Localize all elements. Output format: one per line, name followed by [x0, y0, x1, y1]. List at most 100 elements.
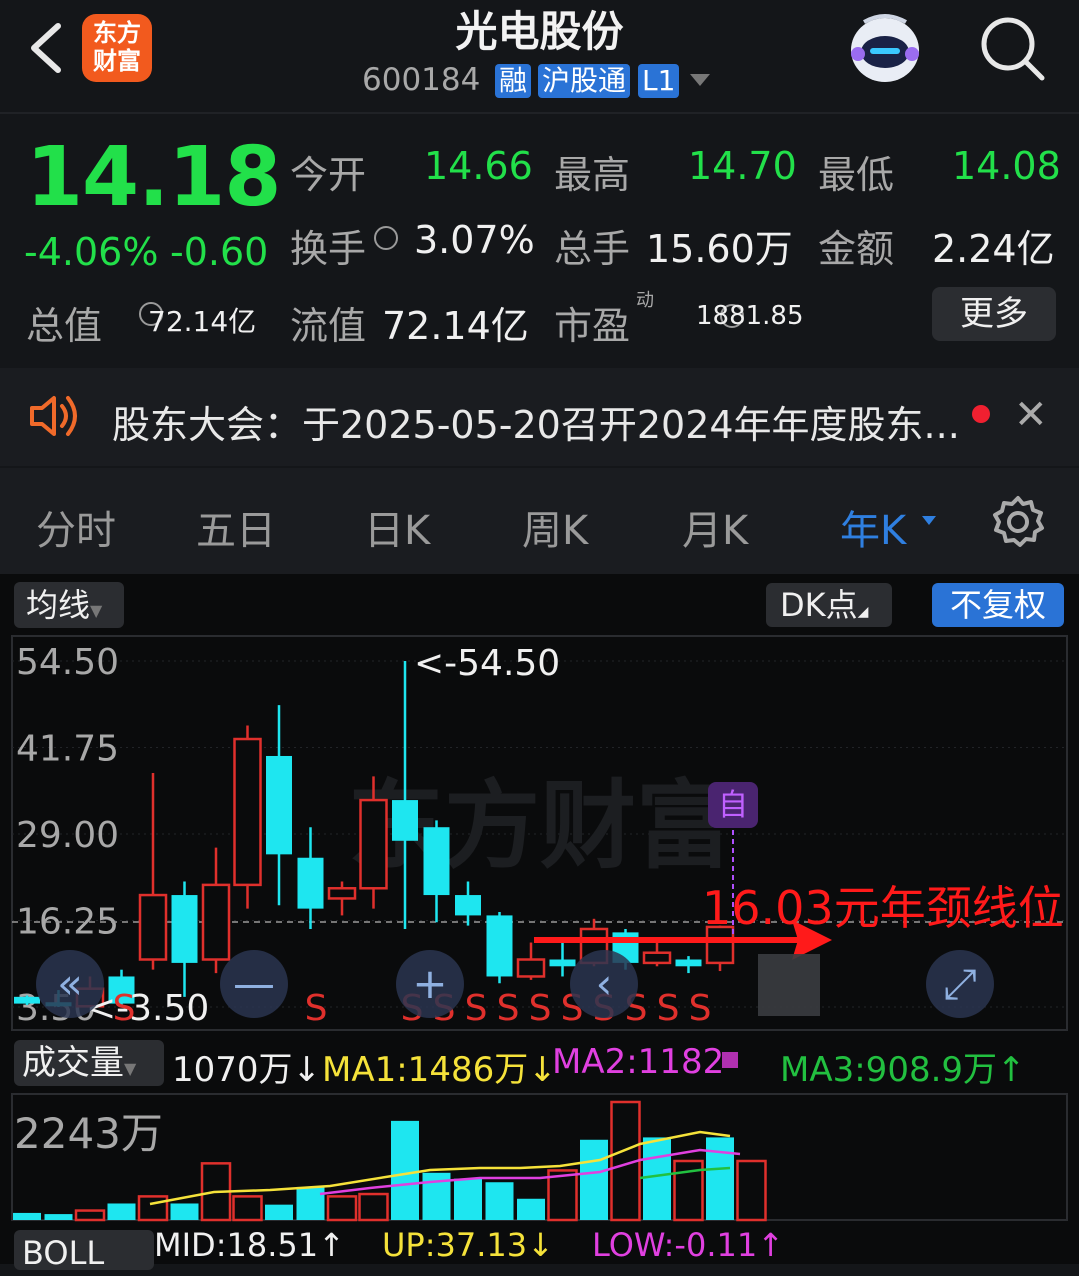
last-price: 14.18 [26, 130, 281, 225]
candle-body [675, 959, 702, 967]
tab-yearly-k[interactable]: 年K [840, 498, 906, 556]
volume-bar [643, 1137, 671, 1220]
volume-max-label: 2243万 [14, 1109, 163, 1158]
volume-bar [107, 1203, 136, 1220]
sell-signal-label: S [497, 988, 520, 1029]
volume-bar [326, 1195, 358, 1222]
unread-dot [972, 405, 990, 423]
pe-label: 市盈 [554, 304, 631, 348]
volume-ma2: MA2:1182 [552, 1042, 725, 1082]
volume-current: 1070万↓ [172, 1050, 322, 1090]
volume-bar [265, 1204, 293, 1220]
candle-body [327, 887, 357, 900]
volume-bar [137, 1195, 169, 1222]
zoom-in-icon[interactable]: + [396, 950, 464, 1018]
amount-value: 2.24亿 [932, 227, 1055, 271]
candle-body [201, 883, 231, 961]
candle-body [171, 895, 198, 963]
min-price-label: <-3.50 [86, 988, 209, 1029]
candle-body [516, 958, 546, 978]
y-tick-label: 41.75 [16, 729, 119, 770]
candle-body [138, 893, 168, 961]
volume-bar [232, 1195, 263, 1222]
volume-bar [358, 1192, 389, 1222]
turnover-value: 3.07% [414, 218, 535, 262]
control-glyph: ‹ [596, 959, 613, 1008]
volume-chart: 2243万 [11, 1093, 1068, 1222]
candle-body [486, 915, 513, 977]
speaker-icon [30, 396, 77, 436]
boll-selector[interactable]: BOLL [14, 1230, 154, 1272]
expand-icon[interactable] [758, 954, 820, 1016]
pan-left-icon[interactable]: ‹ [570, 950, 638, 1018]
volume-bar [517, 1198, 545, 1220]
assistant-robot-icon[interactable] [844, 10, 926, 88]
zoom-left-icon[interactable]: « [36, 950, 104, 1018]
gear-icon[interactable] [990, 494, 1046, 550]
turnover-label: 换手 [290, 227, 367, 271]
tab-monthly-k[interactable]: 月K [682, 498, 748, 556]
candle-body [642, 951, 672, 965]
open-label: 今开 [290, 153, 367, 197]
zoom-out-icon[interactable]: — [220, 950, 288, 1018]
sell-signal-label: S [113, 988, 136, 1029]
volume-bar [454, 1178, 482, 1220]
sell-signal-label: S [657, 988, 680, 1029]
auto-marker-label: 自 [718, 788, 748, 823]
candle-body [549, 959, 576, 967]
low-label: 最低 [818, 153, 895, 197]
max-price-label: <-54.50 [414, 643, 560, 684]
overlay-marker [722, 1052, 738, 1068]
more-button[interactable]: 更多 [932, 287, 1056, 341]
notice-text[interactable]: 股东大会：于2025-05-20召开2024年年度股东... [112, 394, 960, 449]
boll-mid: MID:18.51↑ [154, 1226, 345, 1264]
chevron-down-icon: ▼ [124, 1059, 137, 1078]
volume-bar [391, 1120, 419, 1220]
volume-label: 总手 [554, 227, 631, 271]
change-percent: -4.06% [24, 230, 159, 274]
candle-body [297, 857, 324, 909]
sell-signal-label: S [689, 988, 712, 1029]
sell-signal-label: S [305, 988, 328, 1029]
boll-low: LOW:-0.11↑ [592, 1226, 785, 1264]
search-icon[interactable] [978, 14, 1048, 84]
candle-body [266, 755, 292, 855]
high-label: 最高 [554, 153, 631, 197]
change-amount: -0.60 [170, 230, 269, 274]
indicator-selector[interactable]: 成交量▼ [14, 1040, 164, 1086]
high-value: 14.70 [688, 144, 797, 188]
tab-intraday[interactable]: 分时 [36, 498, 116, 556]
volume-bar [13, 1212, 41, 1220]
control-glyph: « [57, 959, 83, 1008]
pe-value: 1881.85 [696, 301, 804, 331]
fullscreen-icon[interactable]: ⤢ [926, 950, 994, 1018]
indicator-label: 成交量 [22, 1043, 124, 1083]
margin-tag: 融 [495, 64, 532, 98]
control-glyph: — [233, 959, 275, 1008]
tab-five-day[interactable]: 五日 [196, 498, 276, 556]
pe-dynamic-sup: 动 [636, 290, 654, 311]
candle-body [455, 895, 481, 916]
volume-bar [44, 1214, 73, 1220]
close-icon[interactable]: ✕ [1014, 392, 1048, 438]
volume-bar [74, 1209, 106, 1222]
market-cap-value: 72.14亿 [148, 305, 257, 338]
volume-ma3: MA3:908.9万↑ [780, 1050, 1026, 1090]
candle-body [359, 798, 388, 890]
volume-bar [296, 1186, 325, 1220]
candle-body [233, 737, 262, 887]
hk-connect-tag: 沪股通 [538, 64, 631, 98]
low-value: 14.08 [952, 144, 1061, 188]
tab-dropdown-icon[interactable] [922, 516, 936, 525]
info-icon[interactable] [374, 226, 398, 250]
dropdown-arrow-icon[interactable] [690, 74, 710, 86]
level1-tag[interactable]: L1 [638, 64, 680, 98]
sell-signal-label: S [465, 988, 488, 1029]
tab-weekly-k[interactable]: 周K [522, 498, 588, 556]
tab-daily-k[interactable]: 日K [364, 498, 430, 556]
volume-value: 15.60万 [646, 227, 793, 271]
volume-bar [170, 1203, 199, 1220]
amount-label: 金额 [818, 227, 895, 271]
volume-bar [485, 1182, 514, 1220]
volume-bar [580, 1139, 608, 1220]
